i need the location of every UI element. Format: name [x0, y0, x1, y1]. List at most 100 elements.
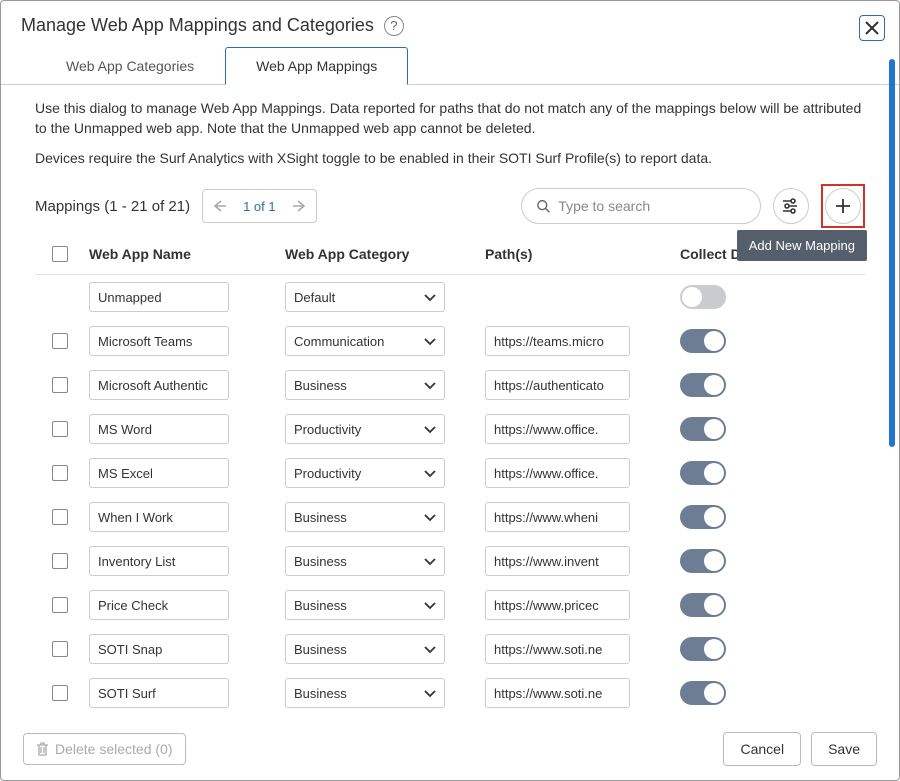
- mappings-count: Mappings (1 - 21 of 21): [35, 198, 190, 215]
- collect-data-toggle[interactable]: [680, 373, 726, 397]
- path-input[interactable]: https://teams.micro: [485, 326, 630, 356]
- category-select[interactable]: Communication: [285, 326, 445, 356]
- row-checkbox[interactable]: [52, 421, 68, 437]
- collect-data-toggle: [680, 285, 726, 309]
- select-all-checkbox[interactable]: [52, 246, 68, 262]
- webapp-name-input[interactable]: [89, 326, 229, 356]
- category-select[interactable]: Productivity: [285, 414, 445, 444]
- collect-data-toggle[interactable]: [680, 593, 726, 617]
- scrollbar[interactable]: [889, 59, 895, 447]
- collect-data-toggle[interactable]: [680, 329, 726, 353]
- category-value: Business: [294, 686, 347, 701]
- table-row: Business https://www.soti.ne: [35, 671, 865, 715]
- category-value: Productivity: [294, 466, 361, 481]
- help-icon[interactable]: ?: [384, 16, 404, 36]
- collect-data-toggle[interactable]: [680, 505, 726, 529]
- webapp-name-input[interactable]: [89, 678, 229, 708]
- path-input[interactable]: https://www.office.: [485, 458, 630, 488]
- collect-data-toggle[interactable]: [680, 681, 726, 705]
- dialog-footer: Delete selected (0) Cancel Save: [1, 717, 899, 780]
- add-tooltip: Add New Mapping: [737, 230, 867, 261]
- add-mapping-button[interactable]: [825, 188, 861, 224]
- table-row: Productivity https://www.office.: [35, 407, 865, 451]
- path-input[interactable]: https://authenticato: [485, 370, 630, 400]
- col-header-path: Path(s): [485, 246, 680, 262]
- category-select[interactable]: Business: [285, 546, 445, 576]
- row-checkbox[interactable]: [52, 333, 68, 349]
- chevron-down-icon: [424, 378, 436, 393]
- category-select[interactable]: Business: [285, 370, 445, 400]
- category-select[interactable]: Default: [285, 282, 445, 312]
- close-button[interactable]: [859, 15, 885, 41]
- tab-mappings[interactable]: Web App Mappings: [225, 47, 408, 85]
- filter-button[interactable]: [773, 188, 809, 224]
- search-input[interactable]: [558, 198, 746, 214]
- category-select[interactable]: Business: [285, 590, 445, 620]
- category-value: Communication: [294, 334, 384, 349]
- cancel-button[interactable]: Cancel: [723, 732, 801, 766]
- webapp-name-input[interactable]: [89, 502, 229, 532]
- description-2: Devices require the Surf Analytics with …: [35, 150, 865, 166]
- path-input[interactable]: https://www.invent: [485, 546, 630, 576]
- webapp-name-input[interactable]: [89, 590, 229, 620]
- path-input[interactable]: https://www.soti.ne: [485, 634, 630, 664]
- row-checkbox[interactable]: [52, 685, 68, 701]
- save-button[interactable]: Save: [811, 732, 877, 766]
- path-input[interactable]: https://www.office.: [485, 414, 630, 444]
- table-row: Business https://authenticato: [35, 363, 865, 407]
- trash-icon: [36, 742, 49, 756]
- filter-icon: [782, 198, 800, 214]
- path-input[interactable]: https://www.pricec: [485, 590, 630, 620]
- chevron-down-icon: [424, 598, 436, 613]
- table-row: Default: [35, 275, 865, 319]
- prev-page-button[interactable]: [203, 190, 235, 222]
- webapp-name-input[interactable]: [89, 282, 229, 312]
- category-value: Business: [294, 598, 347, 613]
- table-row: Business https://www.wheni: [35, 495, 865, 539]
- category-select[interactable]: Business: [285, 678, 445, 708]
- row-checkbox[interactable]: [52, 597, 68, 613]
- search-box[interactable]: [521, 188, 761, 224]
- table-row: Business https://www.invent: [35, 539, 865, 583]
- row-checkbox[interactable]: [52, 553, 68, 569]
- webapp-name-input[interactable]: [89, 458, 229, 488]
- category-value: Business: [294, 642, 347, 657]
- collect-data-toggle[interactable]: [680, 549, 726, 573]
- row-checkbox[interactable]: [52, 509, 68, 525]
- webapp-name-input[interactable]: [89, 634, 229, 664]
- row-checkbox[interactable]: [52, 377, 68, 393]
- table-row: Business https://www.soti.ne: [35, 627, 865, 671]
- dialog-title: Manage Web App Mappings and Categories: [21, 15, 374, 36]
- page-indicator: 1 of 1: [235, 199, 284, 214]
- next-page-button[interactable]: [284, 190, 316, 222]
- webapp-name-input[interactable]: [89, 414, 229, 444]
- plus-icon: [835, 198, 851, 214]
- row-checkbox[interactable]: [52, 641, 68, 657]
- table-row: Productivity https://www.office.: [35, 451, 865, 495]
- dialog-header: Manage Web App Mappings and Categories ?: [1, 1, 899, 46]
- category-value: Business: [294, 510, 347, 525]
- collect-data-toggle[interactable]: [680, 417, 726, 441]
- chevron-down-icon: [424, 686, 436, 701]
- webapp-name-input[interactable]: [89, 370, 229, 400]
- add-button-highlight: Add New Mapping: [821, 184, 865, 228]
- dialog-body: Use this dialog to manage Web App Mappin…: [1, 85, 899, 717]
- category-select[interactable]: Business: [285, 502, 445, 532]
- description-1: Use this dialog to manage Web App Mappin…: [35, 99, 865, 138]
- path-input[interactable]: https://www.soti.ne: [485, 678, 630, 708]
- delete-selected-button[interactable]: Delete selected (0): [23, 733, 186, 765]
- row-checkbox[interactable]: [52, 465, 68, 481]
- category-value: Default: [294, 290, 335, 305]
- path-input[interactable]: https://www.wheni: [485, 502, 630, 532]
- category-select[interactable]: Business: [285, 634, 445, 664]
- webapp-name-input[interactable]: [89, 546, 229, 576]
- tab-categories[interactable]: Web App Categories: [35, 47, 225, 85]
- table-row: Communication https://teams.micro: [35, 319, 865, 363]
- search-icon: [536, 198, 550, 214]
- dialog: Manage Web App Mappings and Categories ?…: [0, 0, 900, 781]
- collect-data-toggle[interactable]: [680, 461, 726, 485]
- category-value: Business: [294, 378, 347, 393]
- collect-data-toggle[interactable]: [680, 637, 726, 661]
- category-select[interactable]: Productivity: [285, 458, 445, 488]
- delete-selected-label: Delete selected (0): [55, 741, 173, 757]
